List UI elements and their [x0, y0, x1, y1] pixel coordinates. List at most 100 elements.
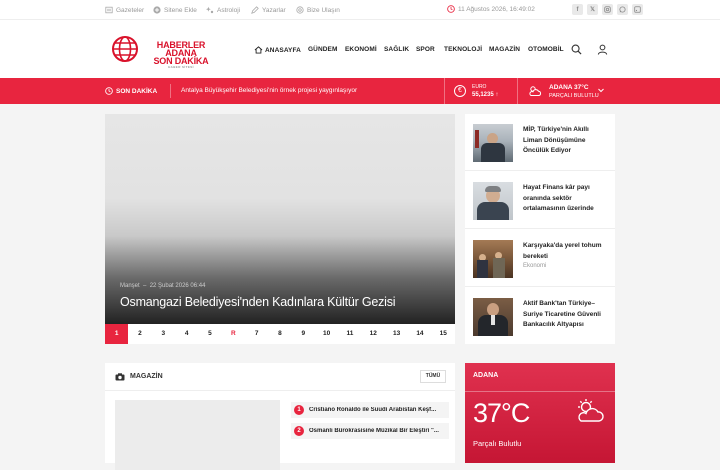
site-header: HABERLER ADANA SON DAKİKA HABER SİTESİ A…: [0, 20, 720, 78]
facebook-icon[interactable]: f: [572, 4, 583, 15]
add-to-site-label: Sitene Ekle: [164, 6, 197, 14]
magazin-section: MAGAZİN TÜMÜ 1 Cristiano Ronaldo ile Suu…: [105, 363, 455, 470]
side-news-title: Hayat Finans kâr payı oranında sektör or…: [523, 184, 594, 212]
slider-pagination: 1 2 3 4 5 R 7 8 9 10 11 12 13 14 15: [105, 324, 455, 344]
nav-label: SAĞLIK: [384, 46, 410, 53]
weather-widget-city[interactable]: ADANA: [473, 372, 498, 379]
authors-link[interactable]: Yazarlar: [251, 5, 286, 15]
astrology-link[interactable]: Astroloji: [206, 5, 240, 15]
side-news-item[interactable]: Aktif Bank'tan Türkiye–Suriye Ticaretine…: [465, 288, 615, 345]
instagram-icon[interactable]: [602, 4, 613, 15]
cloud-sun-icon: [578, 399, 604, 422]
site-logo[interactable]: HABERLER ADANA SON DAKİKA HABER SİTESİ: [111, 34, 226, 69]
chevron-down-icon[interactable]: [598, 88, 604, 93]
nav-magazin[interactable]: MAGAZİN: [489, 46, 520, 53]
newspapers-link[interactable]: Gazeteler: [105, 5, 144, 15]
nav-otomobil[interactable]: OTOMOBİL: [528, 46, 564, 53]
slide-image[interactable]: [105, 114, 455, 324]
whatsapp-icon[interactable]: [617, 4, 628, 15]
slide-category: Manşet: [120, 283, 140, 289]
slider-page-4[interactable]: 4: [175, 324, 198, 344]
slide-meta: Manşet – 22 Şubat 2026 06:44: [120, 283, 206, 289]
currency-value: 55,1235 ↑: [472, 92, 499, 98]
user-icon[interactable]: [597, 44, 608, 55]
nav-label: OTOMOBİL: [528, 46, 564, 53]
slide-title[interactable]: Osmangazi Belediyesi'nden Kadınlara Kült…: [120, 295, 396, 309]
side-news-title: Karşıyaka'da yerel tohum bereketi: [523, 242, 602, 260]
slider-page-14[interactable]: 14: [408, 324, 431, 344]
news-thumbnail: [473, 298, 513, 336]
logo-text: HABERLER ADANA SON DAKİKA HABER SİTESİ: [141, 41, 221, 70]
side-news-category: Ekonomi: [523, 263, 547, 269]
slider-page-12[interactable]: 12: [362, 324, 385, 344]
contact-link[interactable]: Bize Ulaşın: [296, 5, 340, 15]
add-to-site-link[interactable]: Sitene Ekle: [153, 5, 197, 15]
side-news-item[interactable]: MİP, Türkiye'nin Akıllı Liman Dönüşümüne…: [465, 114, 615, 171]
slide-date: 22 Şubat 2026 06:44: [149, 283, 206, 289]
breaking-label: SON DAKİKA: [105, 87, 157, 95]
nav-home-label: ANASAYFA: [265, 46, 301, 54]
clock-icon: [105, 87, 113, 95]
side-news-title: MİP, Türkiye'nin Akıllı Liman Dönüşümüne…: [523, 126, 589, 154]
x-icon[interactable]: 𝕏: [587, 4, 598, 15]
breaking-headline[interactable]: Antalya Büyükşehir Belediyesi'nin örnek …: [181, 87, 357, 94]
magazin-list-item[interactable]: 1 Cristiano Ronaldo ile Suudi Arabistan …: [291, 402, 449, 418]
clock-icon: [447, 5, 455, 13]
magazin-featured-image[interactable]: [115, 400, 280, 470]
slider-page-7[interactable]: 7: [245, 324, 268, 344]
weather-bar-temp: 37°C: [574, 84, 589, 91]
nav-label: TEKNOLOJİ: [444, 46, 483, 53]
logo-line-2: SON DAKİKA: [153, 56, 209, 66]
euro-icon: €: [454, 85, 466, 97]
slider-page-15[interactable]: 15: [432, 324, 455, 344]
side-news-item[interactable]: Hayat Finans kâr payı oranında sektör or…: [465, 172, 615, 229]
datetime-text: 11 Ağustos 2026, 16:49:02: [458, 5, 535, 13]
contact-label: Bize Ulaşın: [307, 6, 340, 14]
nav-saglik[interactable]: SAĞLIK: [384, 46, 409, 53]
nav-label: EKONOMİ: [345, 46, 377, 53]
slider-page-1[interactable]: 1: [105, 324, 129, 344]
side-news-title: Aktif Bank'tan Türkiye–Suriye Ticaretine…: [523, 300, 601, 328]
divider: [465, 391, 615, 392]
weather-widget: ADANA 37°C Parçalı Bulutlu: [465, 363, 615, 463]
headline-slider: Manşet – 22 Şubat 2026 06:44 Osmangazi B…: [105, 114, 455, 344]
breaking-label-text: SON DAKİKA: [116, 87, 158, 95]
slider-page-ad[interactable]: R: [222, 324, 245, 344]
rss-icon[interactable]: [632, 4, 643, 15]
nav-teknoloji[interactable]: TEKNOLOJİ: [444, 46, 482, 53]
nav-home[interactable]: ANASAYFA: [254, 46, 301, 54]
weather-widget-condition: Parçalı Bulutlu: [473, 439, 522, 448]
magazin-title: MAGAZİN: [130, 373, 163, 380]
news-thumbnail: [473, 240, 513, 278]
slider-page-8[interactable]: 8: [268, 324, 291, 344]
home-icon: [254, 46, 263, 54]
slider-page-3[interactable]: 3: [152, 324, 175, 344]
weather-bar-city[interactable]: ADANA 37°C: [549, 84, 589, 91]
slider-page-5[interactable]: 5: [198, 324, 221, 344]
nav-gundem[interactable]: GÜNDEM: [308, 46, 338, 53]
side-news-item[interactable]: Karşıyaka'da yerel tohum bereketi Ekonom…: [465, 230, 615, 287]
astrology-label: Astroloji: [217, 6, 241, 14]
slider-page-10[interactable]: 10: [315, 324, 338, 344]
side-news-list: MİP, Türkiye'nin Akıllı Liman Dönüşümüne…: [465, 114, 615, 344]
magazin-list-item[interactable]: 2 Osmanlı Bürokrasisine Müzikal Bir Eleş…: [291, 423, 449, 439]
datetime: 11 Ağustos 2026, 16:49:02: [447, 5, 535, 13]
magazin-all-button[interactable]: TÜMÜ: [420, 370, 446, 383]
slider-page-2[interactable]: 2: [128, 324, 151, 344]
weather-widget-temp: 37°C: [473, 398, 530, 428]
slider-page-13[interactable]: 13: [385, 324, 408, 344]
slider-page-9[interactable]: 9: [292, 324, 315, 344]
nav-ekonomi[interactable]: EKONOMİ: [345, 46, 377, 53]
top-bar: Gazeteler Sitene Ekle Astroloji Yazarlar…: [0, 0, 720, 20]
currency-widget[interactable]: € EURO 55,1235 ↑: [444, 78, 518, 104]
magazin-item-title: Osmanlı Bürokrasisine Müzikal Bir Eleşti…: [309, 428, 439, 434]
breaking-news-bar: SON DAKİKA Antalya Büyükşehir Belediyesi…: [0, 78, 720, 104]
nav-label: SPOR: [416, 46, 435, 53]
nav-spor[interactable]: SPOR: [416, 46, 435, 53]
cloud-sun-icon: [529, 86, 542, 96]
rank-badge: 1: [294, 405, 304, 415]
weather-bar-condition: PARÇALI BULUTLU: [549, 93, 599, 99]
weather-city-text: ADANA: [549, 84, 573, 91]
slider-page-11[interactable]: 11: [338, 324, 361, 344]
search-icon[interactable]: [571, 44, 582, 55]
